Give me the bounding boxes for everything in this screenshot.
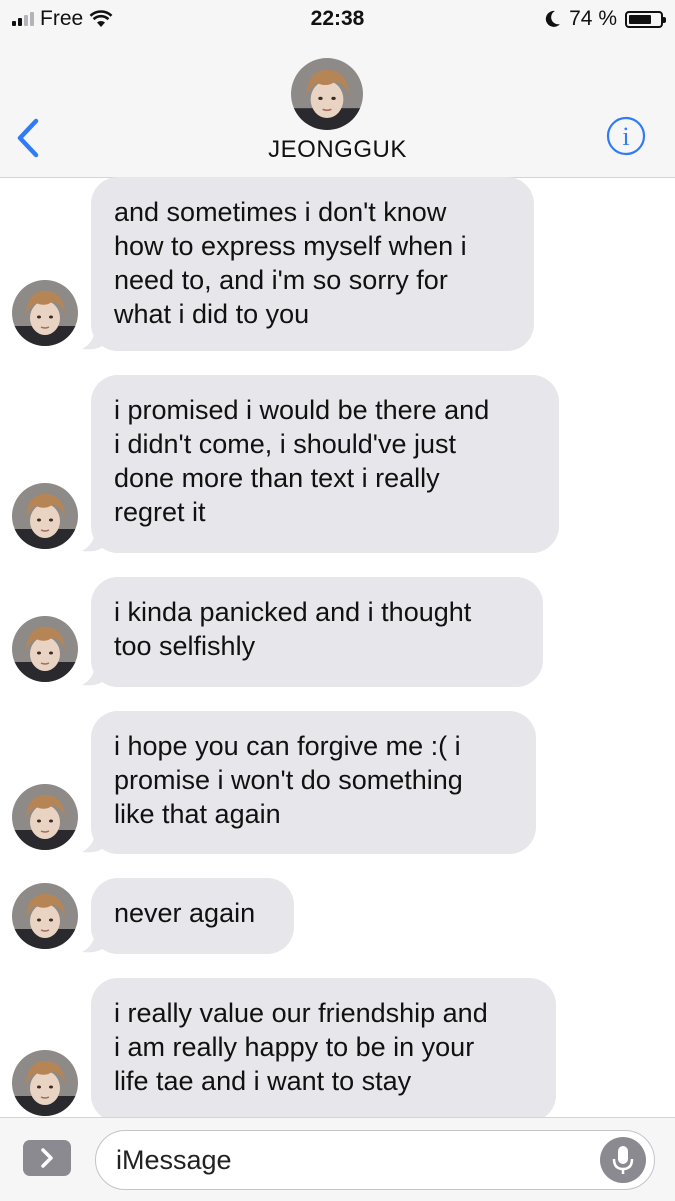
- message-bubble[interactable]: i promised i would be there and i didn't…: [91, 375, 559, 553]
- status-right: 74 %: [545, 6, 666, 32]
- app-drawer-chevron-icon: [41, 1148, 53, 1168]
- message-line: i hope you can forgive me :( i: [114, 731, 461, 761]
- message-line: life tae and i want to stay: [114, 1066, 412, 1096]
- contact-avatar[interactable]: [291, 58, 363, 130]
- microphone-button[interactable]: [600, 1137, 646, 1183]
- message-line: never again: [114, 898, 256, 928]
- message-bubble[interactable]: i hope you can forgive me :( i promise i…: [91, 711, 536, 854]
- message-line: like that again: [114, 799, 281, 829]
- message-line: i promised i would be there and: [114, 395, 490, 425]
- microphone-icon: [612, 1146, 634, 1174]
- message-bubble[interactable]: i kinda panicked and i thought too selfi…: [91, 577, 543, 687]
- battery-percent: 74 %: [569, 7, 617, 30]
- message-bubble[interactable]: i really value our friendship and i am r…: [91, 978, 556, 1117]
- message-line: done more than text i really: [114, 463, 440, 493]
- bubble-tail: [82, 327, 106, 350]
- message-line: promise i won't do something: [114, 765, 463, 795]
- bubble-tail: [82, 529, 106, 552]
- message-line: regret it: [114, 497, 206, 527]
- message-line: i kinda panicked and i thought: [114, 597, 472, 627]
- moon-icon: [545, 10, 561, 27]
- message-line: and sometimes i don't know: [114, 197, 447, 227]
- bubble-tail: [82, 663, 106, 686]
- contact-name[interactable]: JEONGGUK: [0, 136, 675, 164]
- bubble-tail: [82, 930, 106, 953]
- message-line: too selfishly: [114, 631, 256, 661]
- battery-tip: [663, 16, 666, 23]
- status-bar: Free 22:38 74 %: [0, 0, 675, 38]
- battery-icon: [625, 10, 666, 28]
- conversation-header: JEONGGUK i: [0, 38, 675, 178]
- sender-avatar[interactable]: [12, 784, 78, 850]
- sender-avatar[interactable]: [12, 280, 78, 346]
- sender-avatar[interactable]: [12, 483, 78, 549]
- compose-bar: iMessage: [0, 1117, 675, 1201]
- sender-avatar[interactable]: [12, 883, 78, 949]
- message-thread[interactable]: and sometimes i don't know how to expres…: [0, 177, 675, 1117]
- info-icon[interactable]: i: [606, 116, 646, 156]
- message-line: need to, and i'm so sorry for: [114, 265, 448, 295]
- message-line: how to express myself when i: [114, 231, 467, 261]
- message-line: i didn't come, i should've just: [114, 429, 456, 459]
- message-input-placeholder: iMessage: [116, 1145, 232, 1175]
- app-drawer-button[interactable]: [23, 1140, 71, 1176]
- battery-level: [629, 14, 651, 24]
- message-line: what i did to you: [114, 299, 310, 329]
- bubble-tail: [82, 830, 106, 853]
- message-line: i really value our friendship and: [114, 998, 488, 1028]
- sender-avatar[interactable]: [12, 616, 78, 682]
- message-line: i am really happy to be in your: [114, 1032, 475, 1062]
- svg-text:i: i: [622, 122, 629, 151]
- message-input[interactable]: iMessage: [95, 1130, 655, 1190]
- message-bubble[interactable]: never again: [91, 878, 294, 954]
- sender-avatar[interactable]: [12, 1050, 78, 1116]
- message-bubble[interactable]: and sometimes i don't know how to expres…: [91, 177, 534, 351]
